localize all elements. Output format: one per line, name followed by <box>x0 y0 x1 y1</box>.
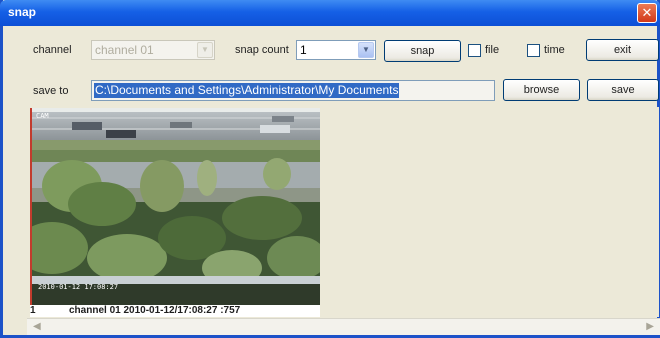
horizontal-scrollbar[interactable]: ◀ ▶ <box>27 318 660 335</box>
file-checkbox-label: file <box>485 44 500 56</box>
chevron-down-icon: ▼ <box>197 42 213 58</box>
chevron-right-icon[interactable]: ▶ <box>646 321 654 332</box>
save-path-field[interactable]: C:\Documents and Settings\Administrator\… <box>91 80 495 101</box>
snap-count-value: 1 <box>300 43 307 57</box>
osd-camera-label: CAM <box>36 112 49 120</box>
channel-label: channel <box>33 44 72 56</box>
browse-button[interactable]: browse <box>503 79 580 101</box>
snap-count-label: snap count <box>235 44 289 56</box>
window-title: snap <box>8 5 37 19</box>
channel-value: channel 01 <box>95 43 154 57</box>
title-bar[interactable]: snap ✕ <box>0 0 660 26</box>
time-checkbox[interactable] <box>527 44 540 57</box>
save-to-label: save to <box>33 85 69 97</box>
snapshot-image[interactable]: CAM 2010-01-12 17:08:27 <box>30 108 320 306</box>
snap-window: snap ✕ channel channel 01 ▼ snap count 1… <box>0 0 660 338</box>
camera-scene: CAM 2010-01-12 17:08:27 <box>32 108 320 306</box>
close-button[interactable]: ✕ <box>637 3 657 23</box>
channel-select[interactable]: channel 01 ▼ <box>91 40 215 60</box>
osd-timestamp: 2010-01-12 17:08:27 <box>38 283 118 291</box>
snap-button[interactable]: snap <box>384 40 461 62</box>
save-path-text: C:\Documents and Settings\Administrator\… <box>94 83 400 98</box>
snapshot-index: 1 <box>30 305 36 316</box>
save-button[interactable]: save <box>587 79 659 101</box>
file-checkbox[interactable] <box>468 44 481 57</box>
chevron-left-icon[interactable]: ◀ <box>33 321 41 332</box>
snap-count-select[interactable]: 1 ▼ <box>296 40 376 60</box>
snapshot-caption: channel 01 2010-01-12/17:08:27 :757 <box>69 305 241 316</box>
exit-button[interactable]: exit <box>586 39 659 61</box>
close-icon: ✕ <box>641 5 653 20</box>
time-checkbox-label: time <box>544 44 565 56</box>
chevron-down-icon: ▼ <box>358 42 374 58</box>
